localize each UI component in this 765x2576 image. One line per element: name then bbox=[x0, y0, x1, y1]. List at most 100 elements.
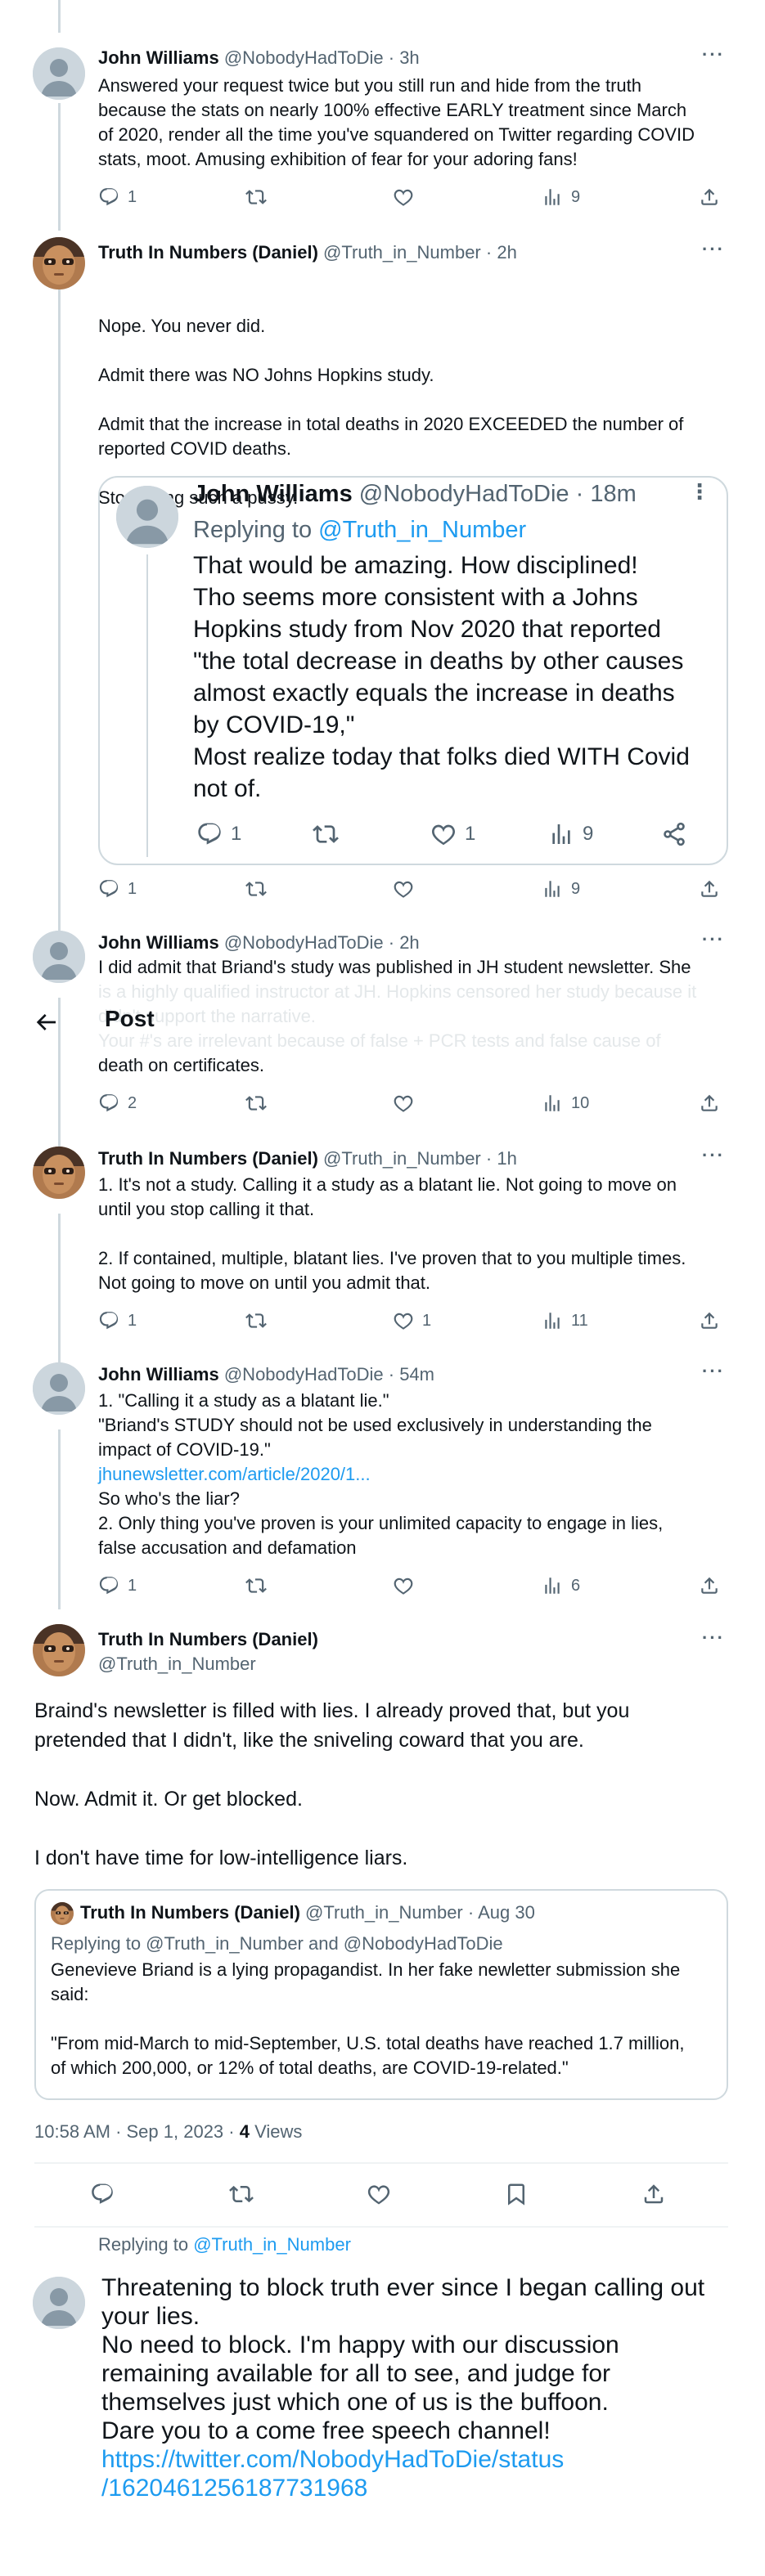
views-icon bbox=[542, 1575, 563, 1596]
more-icon[interactable]: ··· bbox=[702, 1361, 725, 1382]
like-button[interactable]: 1 bbox=[430, 821, 475, 847]
avatar[interactable] bbox=[116, 486, 178, 548]
action-bar: 1 6 bbox=[98, 1575, 736, 1601]
retweet-button[interactable] bbox=[313, 821, 339, 847]
reply-button[interactable]: 1 bbox=[98, 1575, 137, 1596]
action-bar: 1 1 9 bbox=[196, 821, 704, 847]
avatar[interactable] bbox=[51, 1902, 74, 1925]
timestamp[interactable]: 18m bbox=[590, 481, 636, 507]
avatar[interactable] bbox=[33, 237, 85, 289]
user-handle[interactable]: @NobodyHadToDie bbox=[359, 481, 569, 507]
share-button[interactable] bbox=[661, 821, 687, 847]
user-name[interactable]: John Williams bbox=[98, 47, 219, 68]
text-line: reported COVID deaths. bbox=[98, 438, 292, 459]
bookmark-button[interactable] bbox=[504, 2182, 529, 2210]
back-button[interactable] bbox=[33, 1009, 65, 1042]
views-button[interactable]: 9 bbox=[548, 821, 593, 847]
avatar[interactable] bbox=[33, 2277, 85, 2329]
like-button[interactable] bbox=[393, 186, 414, 208]
text-line: almost exactly equals the increase in de… bbox=[193, 680, 675, 707]
views-count: 9 bbox=[571, 187, 581, 206]
timestamp[interactable]: 54m bbox=[399, 1364, 434, 1384]
avatar[interactable] bbox=[33, 1147, 85, 1199]
more-icon[interactable]: ··· bbox=[702, 1627, 725, 1649]
user-name[interactable]: John Williams bbox=[98, 932, 219, 953]
user-handle[interactable]: @NobodyHadToDie bbox=[224, 47, 384, 68]
user-handle[interactable]: @Truth_in_Number bbox=[323, 1148, 481, 1169]
more-icon[interactable]: ⋮ bbox=[689, 479, 712, 505]
user-handle[interactable]: @Truth_in_Number bbox=[98, 1654, 256, 1675]
views-button[interactable]: 9 bbox=[542, 186, 580, 208]
like-button[interactable] bbox=[367, 2182, 391, 2210]
reply-button[interactable] bbox=[90, 2182, 115, 2210]
user-name[interactable]: Truth In Numbers (Daniel) bbox=[98, 242, 318, 263]
views-button[interactable]: 6 bbox=[542, 1575, 580, 1596]
timestamp[interactable]: 2h bbox=[399, 932, 419, 953]
views-button[interactable]: 9 bbox=[542, 878, 580, 900]
views-button[interactable]: 11 bbox=[542, 1310, 588, 1331]
share-button[interactable] bbox=[641, 2182, 666, 2210]
share-button[interactable] bbox=[699, 878, 720, 900]
timestamp[interactable]: 3h bbox=[399, 47, 419, 68]
more-icon[interactable]: ··· bbox=[702, 44, 725, 65]
share-icon bbox=[699, 1575, 720, 1596]
status-link[interactable]: https://twitter.com/NobodyHadToDie/statu… bbox=[101, 2445, 748, 2474]
reply-button[interactable]: 1 bbox=[196, 821, 241, 847]
avatar[interactable] bbox=[33, 931, 85, 983]
reply-button[interactable]: 1 bbox=[98, 878, 137, 900]
retweet-button[interactable] bbox=[245, 186, 267, 208]
retweet-icon bbox=[245, 878, 267, 900]
more-icon[interactable]: ··· bbox=[702, 929, 725, 950]
reply-count: 1 bbox=[128, 1311, 137, 1330]
avatar[interactable] bbox=[33, 47, 85, 100]
tweet-header: Truth In Numbers (Daniel) @Truth_in_Numb… bbox=[98, 242, 517, 263]
share-button[interactable] bbox=[699, 1575, 720, 1596]
share-button[interactable] bbox=[699, 1310, 720, 1331]
user-name[interactable]: John Williams bbox=[98, 1364, 219, 1384]
retweet-button[interactable] bbox=[229, 2182, 254, 2210]
bookmark-icon bbox=[504, 2182, 529, 2206]
user-handle[interactable]: @NobodyHadToDie bbox=[224, 932, 384, 953]
user-handle[interactable]: @NobodyHadToDie bbox=[224, 1364, 384, 1384]
more-icon[interactable]: ··· bbox=[702, 1145, 725, 1166]
avatar[interactable] bbox=[33, 1362, 85, 1415]
replying-handle-link[interactable]: @Truth_in_Number bbox=[193, 2234, 351, 2255]
text-line: of 2020, render all the time you've squa… bbox=[98, 124, 695, 145]
like-icon bbox=[393, 1093, 414, 1114]
retweet-icon bbox=[229, 2182, 254, 2206]
user-handle[interactable]: @Truth_in_Number bbox=[323, 242, 481, 263]
retweet-button[interactable] bbox=[245, 1093, 267, 1114]
user-name[interactable]: John Williams bbox=[193, 481, 353, 507]
user-name[interactable]: Truth In Numbers (Daniel) bbox=[98, 1148, 318, 1169]
like-button[interactable] bbox=[393, 1093, 414, 1114]
timestamp[interactable]: 10:58 AM · Sep 1, 2023 · bbox=[34, 2121, 240, 2142]
reply-textarea[interactable]: Threatening to block truth ever since I … bbox=[101, 2273, 748, 2502]
share-button[interactable] bbox=[699, 186, 720, 208]
retweet-icon bbox=[245, 1310, 267, 1331]
reply-count: 1 bbox=[128, 879, 137, 898]
like-button[interactable]: 1 bbox=[393, 1310, 431, 1331]
views-button[interactable]: 10 bbox=[542, 1093, 589, 1114]
article-link[interactable]: jhunewsletter.com/article/2020/1... bbox=[98, 1462, 663, 1487]
quote-text: Genevieve Briand is a lying propagandist… bbox=[51, 1958, 684, 2080]
status-link[interactable]: /1620461256187731968 bbox=[101, 2474, 748, 2502]
reply-count: 1 bbox=[231, 823, 242, 845]
text-line: because the stats on nearly 100% effecti… bbox=[98, 100, 687, 120]
user-name[interactable]: Truth In Numbers (Daniel) bbox=[98, 1629, 318, 1650]
avatar[interactable] bbox=[33, 1624, 85, 1676]
like-button[interactable] bbox=[393, 878, 414, 900]
thread-line bbox=[146, 554, 148, 857]
more-icon[interactable]: ··· bbox=[702, 239, 725, 260]
timestamp[interactable]: 1h bbox=[497, 1148, 516, 1169]
replying-handle-link[interactable]: @Truth_in_Number bbox=[318, 517, 526, 543]
retweet-button[interactable] bbox=[245, 1575, 267, 1596]
retweet-button[interactable] bbox=[245, 878, 267, 900]
reply-button[interactable]: 1 bbox=[98, 1310, 137, 1331]
share-button[interactable] bbox=[699, 1093, 720, 1114]
reply-button[interactable]: 1 bbox=[98, 186, 137, 208]
like-button[interactable] bbox=[393, 1575, 414, 1596]
retweet-button[interactable] bbox=[245, 1310, 267, 1331]
reply-button[interactable]: 2 bbox=[98, 1093, 137, 1114]
timestamp[interactable]: 2h bbox=[497, 242, 516, 263]
views-icon bbox=[542, 1310, 563, 1331]
